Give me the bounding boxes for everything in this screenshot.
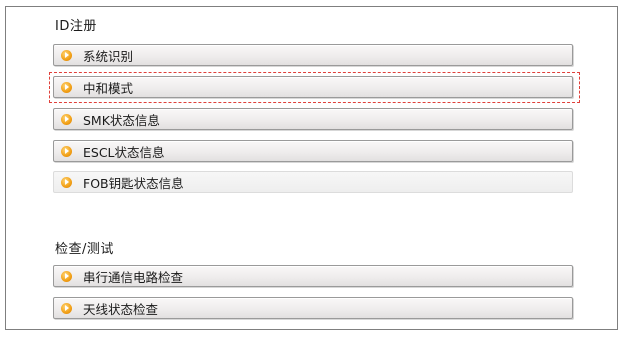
menu-item-label: 串行通信电路检查	[83, 269, 184, 285]
menu-item-fob-key-status[interactable]: FOB钥匙状态信息	[53, 171, 573, 193]
arrow-bullet-icon	[61, 49, 72, 61]
section-title-inspection-test: 检查/测试	[55, 242, 114, 257]
menu-item-label: SMK状态信息	[83, 112, 160, 128]
menu-item-neutral-mode[interactable]: 中和模式	[53, 76, 573, 98]
menu-item-label: 中和模式	[83, 80, 134, 96]
arrow-bullet-icon	[61, 113, 72, 125]
menu-item-serial-comm-check[interactable]: 串行通信电路检查	[53, 265, 573, 287]
menu-item-label: FOB钥匙状态信息	[83, 175, 184, 191]
arrow-bullet-icon	[61, 270, 72, 282]
menu-item-smk-status[interactable]: SMK状态信息	[53, 108, 573, 130]
arrow-bullet-icon	[61, 81, 72, 93]
section-title-id-registration: ID注册	[55, 19, 97, 34]
menu-item-antenna-status-check[interactable]: 天线状态检查	[53, 297, 573, 319]
arrow-bullet-icon	[61, 176, 72, 188]
menu-item-label: 系统识别	[83, 48, 134, 64]
menu-item-label: 天线状态检查	[83, 301, 159, 317]
arrow-bullet-icon	[61, 145, 72, 157]
menu-item-label: ESCL状态信息	[83, 144, 165, 160]
menu-item-escl-status[interactable]: ESCL状态信息	[53, 140, 573, 162]
arrow-bullet-icon	[61, 302, 72, 314]
menu-item-system-identification[interactable]: 系统识别	[53, 44, 573, 66]
